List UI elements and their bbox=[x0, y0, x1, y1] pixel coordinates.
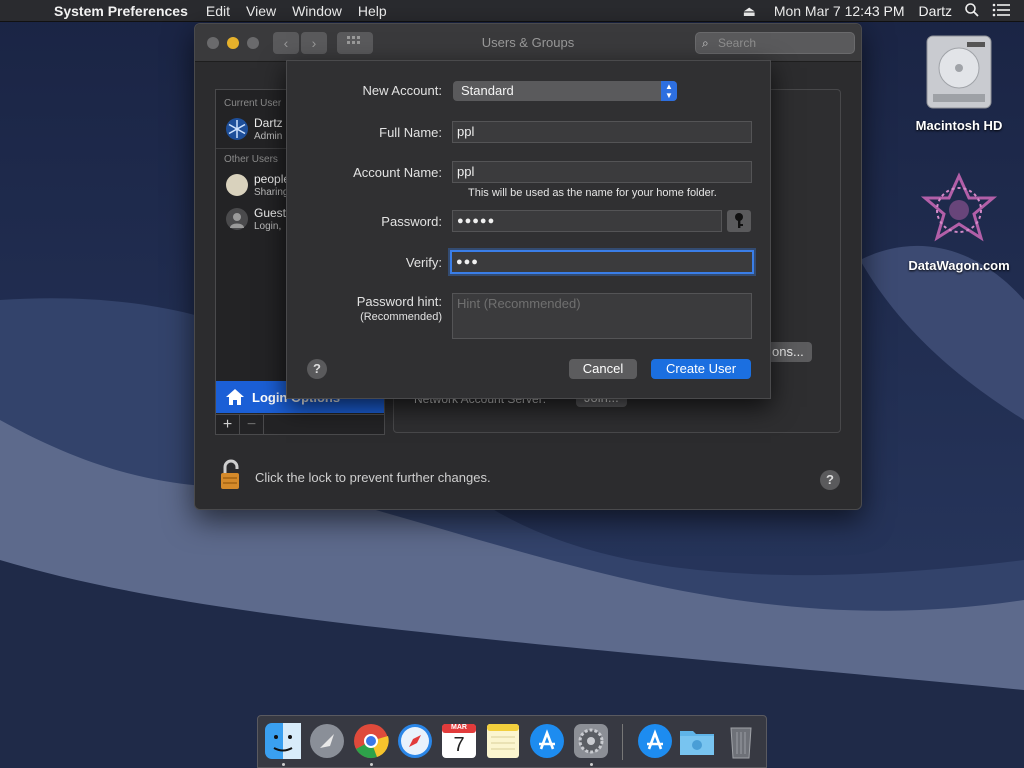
password-field[interactable]: ●●●●● bbox=[452, 210, 722, 232]
dock-separator bbox=[622, 724, 623, 760]
running-indicator bbox=[370, 763, 373, 766]
downloads-folder-icon[interactable] bbox=[678, 722, 716, 760]
full-name-field[interactable]: ppl bbox=[452, 121, 752, 143]
account-type-select[interactable]: Standard ▲ ▼ bbox=[453, 81, 677, 101]
lock-icon[interactable] bbox=[219, 459, 243, 496]
chevron-updown-icon: ▲ ▼ bbox=[661, 81, 677, 101]
user-role: Admin bbox=[254, 131, 283, 142]
running-indicator bbox=[282, 763, 285, 766]
menu-help[interactable]: Help bbox=[350, 3, 395, 19]
account-type-value: Standard bbox=[461, 83, 514, 98]
desktop-icon-label: DataWagon.com bbox=[908, 258, 1010, 273]
desktop-icon-label: Macintosh HD bbox=[915, 118, 1003, 133]
menu-view[interactable]: View bbox=[238, 3, 284, 19]
desktop-icon-macintosh-hd[interactable]: Macintosh HD bbox=[904, 32, 1014, 133]
calendar-icon[interactable]: MAR 7 bbox=[440, 722, 478, 760]
new-account-label: New Account: bbox=[362, 83, 443, 98]
options-button[interactable]: ons... bbox=[764, 342, 812, 362]
menu-edit[interactable]: Edit bbox=[198, 3, 238, 19]
new-account-sheet: New Account: Standard ▲ ▼ Full Name: ppl … bbox=[286, 60, 771, 399]
snowflake-avatar-icon bbox=[226, 118, 248, 140]
cancel-button[interactable]: Cancel bbox=[569, 359, 637, 379]
user-role: Login, bbox=[254, 221, 282, 232]
menu-window[interactable]: Window bbox=[284, 3, 350, 19]
user-name: Guest bbox=[254, 206, 287, 220]
title-bar: ‹ › Users & Groups ⌕ Search bbox=[195, 24, 861, 62]
password-hint-field[interactable]: Hint (Recommended) bbox=[452, 293, 752, 339]
datawagon-logo-icon bbox=[919, 172, 999, 252]
eject-icon[interactable]: ⏏ bbox=[737, 3, 762, 20]
current-user-header: Current User bbox=[224, 98, 282, 109]
remove-user-button[interactable]: − bbox=[240, 415, 264, 434]
add-remove-bar: + − bbox=[216, 414, 384, 434]
password-assistant-button[interactable] bbox=[727, 210, 751, 232]
menu-bar: System Preferences Edit View Window Help… bbox=[0, 0, 1024, 22]
trash-icon[interactable] bbox=[722, 722, 760, 760]
account-name-field[interactable]: ppl bbox=[452, 161, 752, 183]
finder-icon[interactable] bbox=[264, 722, 302, 760]
search-input[interactable]: ⌕ Search bbox=[695, 32, 855, 54]
menu-user[interactable]: Dartz bbox=[911, 3, 958, 19]
user-name: people bbox=[254, 172, 291, 186]
key-icon bbox=[735, 213, 743, 228]
launchpad-icon[interactable] bbox=[308, 722, 346, 760]
dock: MAR 7 bbox=[257, 715, 767, 768]
verify-field[interactable]: ●●● bbox=[450, 250, 754, 274]
menu-datetime[interactable]: Mon Mar 7 12:43 PM bbox=[762, 3, 911, 19]
hard-drive-icon bbox=[919, 32, 999, 112]
create-user-button[interactable]: Create User bbox=[651, 359, 751, 379]
guest-avatar-icon bbox=[226, 208, 248, 230]
house-icon bbox=[224, 386, 246, 411]
other-users-header: Other Users bbox=[224, 154, 278, 165]
lock-message: Click the lock to prevent further change… bbox=[255, 470, 491, 485]
notification-center-icon[interactable] bbox=[986, 3, 1024, 20]
user-role: Sharing bbox=[254, 187, 289, 198]
add-user-button[interactable]: + bbox=[216, 415, 240, 434]
home-folder-note: This will be used as the name for your h… bbox=[468, 187, 717, 199]
search-icon: ⌕ bbox=[702, 36, 709, 50]
menu-app-name[interactable]: System Preferences bbox=[46, 3, 198, 19]
password-hint-sublabel: (Recommended) bbox=[360, 311, 442, 323]
system-preferences-icon[interactable] bbox=[572, 722, 610, 760]
spotlight-icon[interactable] bbox=[958, 2, 986, 21]
window-help-button[interactable]: ? bbox=[820, 470, 840, 490]
verify-label: Verify: bbox=[405, 255, 442, 270]
password-label: Password: bbox=[381, 214, 442, 229]
full-name-label: Full Name: bbox=[379, 125, 442, 140]
app-store-folder-icon[interactable] bbox=[636, 722, 674, 760]
password-hint-label: Password hint: bbox=[356, 294, 442, 309]
user-name: Dartz bbox=[254, 116, 283, 130]
desktop-icon-datawagon[interactable]: DataWagon.com bbox=[904, 172, 1014, 273]
search-placeholder: Search bbox=[718, 36, 757, 50]
app-store-icon[interactable] bbox=[528, 722, 566, 760]
calendar-day: 7 bbox=[453, 734, 465, 756]
calendar-month: MAR bbox=[451, 724, 467, 731]
account-name-label: Account Name: bbox=[353, 165, 442, 180]
eagle-avatar-icon bbox=[226, 174, 248, 196]
safari-icon[interactable] bbox=[396, 722, 434, 760]
running-indicator bbox=[590, 763, 593, 766]
notes-icon[interactable] bbox=[484, 722, 522, 760]
sheet-help-button[interactable]: ? bbox=[307, 359, 327, 379]
chrome-icon[interactable] bbox=[352, 722, 390, 760]
